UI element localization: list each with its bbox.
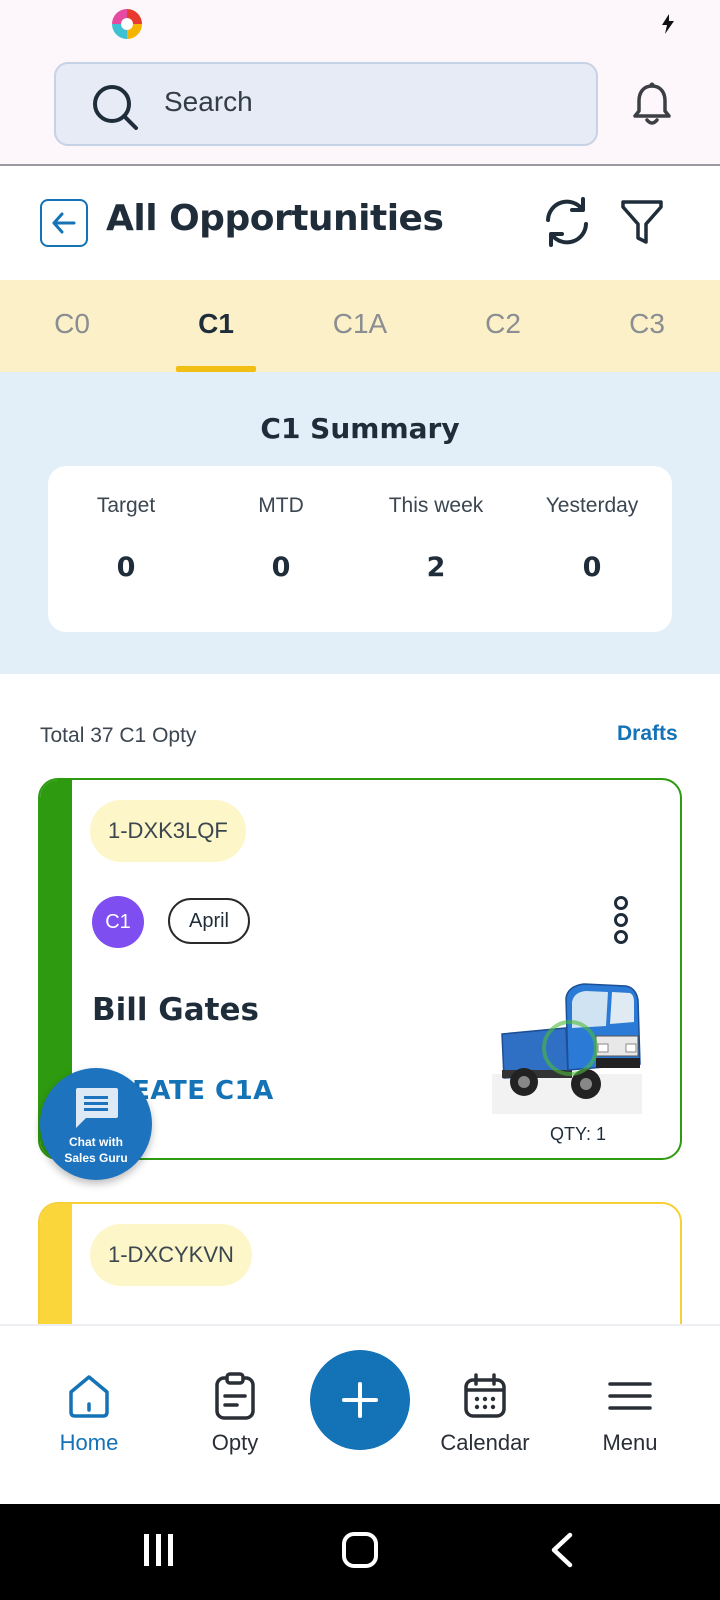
bottom-navigation: Home Opty Calendar Menu xyxy=(0,1324,720,1504)
nav-label: Menu xyxy=(602,1430,658,1455)
charging-bolt-icon xyxy=(662,14,674,34)
tab-c1a[interactable]: C1A xyxy=(310,308,410,340)
hamburger-menu-icon xyxy=(608,1382,652,1410)
filter-icon[interactable] xyxy=(620,198,664,246)
more-options-icon[interactable] xyxy=(614,896,630,944)
search-icon xyxy=(93,85,138,130)
stage-avatar: C1 xyxy=(92,896,144,948)
system-home-icon[interactable] xyxy=(342,1532,378,1568)
back-button[interactable] xyxy=(40,199,88,247)
total-opty-count: Total 37 C1 Opty xyxy=(40,724,197,747)
stat-label: MTD xyxy=(258,494,304,517)
status-bar xyxy=(0,0,720,50)
stat-target: Target 0 xyxy=(48,494,204,583)
plus-icon xyxy=(342,1382,378,1418)
stat-value: 0 xyxy=(582,552,602,583)
top-bar: Search xyxy=(0,50,720,166)
chat-bubble-icon xyxy=(76,1088,118,1128)
nav-label: Opty xyxy=(211,1430,259,1455)
arrow-left-icon xyxy=(52,212,76,234)
opportunity-card[interactable]: 1-DXCYKVN xyxy=(38,1202,682,1342)
opty-id-chip: 1-DXK3LQF xyxy=(90,800,246,862)
stat-this-week: This week 2 xyxy=(358,494,514,583)
refresh-icon[interactable] xyxy=(542,196,592,248)
stat-label: Yesterday xyxy=(545,494,639,517)
page-header: All Opportunities xyxy=(0,166,720,280)
nav-label: Calendar xyxy=(440,1430,530,1455)
summary-section: C1 Summary Target 0 MTD 0 This week 2 Ye… xyxy=(0,372,720,674)
recent-apps-icon[interactable] xyxy=(142,1532,176,1568)
search-placeholder: Search xyxy=(164,86,253,117)
chat-label-line1: Chat with xyxy=(69,1135,123,1149)
system-back-icon[interactable] xyxy=(548,1532,574,1568)
chat-label-line2: Sales Guru xyxy=(64,1151,128,1165)
calendar-icon xyxy=(464,1373,506,1418)
tab-c2[interactable]: C2 xyxy=(453,308,553,340)
page-title: All Opportunities xyxy=(106,198,444,239)
chat-label: Chat with Sales Guru xyxy=(40,1134,152,1166)
drafts-link[interactable]: Drafts xyxy=(617,722,678,746)
chat-sales-guru-button[interactable]: Chat with Sales Guru xyxy=(40,1068,152,1180)
stat-value: 0 xyxy=(116,552,136,583)
home-icon xyxy=(69,1375,109,1418)
nav-opty[interactable]: Opty xyxy=(170,1372,300,1456)
stat-yesterday: Yesterday 0 xyxy=(514,494,670,583)
tab-c1[interactable]: C1 xyxy=(166,308,266,340)
nav-label: Home xyxy=(59,1430,119,1455)
pickup-truck-image xyxy=(492,983,642,1114)
add-button[interactable] xyxy=(310,1350,410,1450)
quantity-label: QTY: 1 xyxy=(550,1124,607,1144)
stat-mtd: MTD 0 xyxy=(203,494,359,583)
search-bar[interactable]: Search xyxy=(54,62,598,146)
tab-c0[interactable]: C0 xyxy=(22,308,122,340)
status-strip xyxy=(40,1204,72,1342)
notification-bell-icon[interactable] xyxy=(632,82,672,126)
stat-value: 2 xyxy=(426,552,446,583)
stat-label: Target xyxy=(96,494,156,517)
clipboard-icon xyxy=(215,1372,255,1420)
summary-card: Target 0 MTD 0 This week 2 Yesterday 0 xyxy=(48,466,672,632)
nav-menu[interactable]: Menu xyxy=(565,1372,695,1456)
summary-title: C1 Summary xyxy=(260,412,460,445)
nav-calendar[interactable]: Calendar xyxy=(420,1372,550,1456)
system-navigation-bar xyxy=(0,1504,720,1600)
stat-label: This week xyxy=(388,494,484,517)
nav-home[interactable]: Home xyxy=(24,1372,154,1456)
stage-tabs: C0 C1 C1A C2 C3 xyxy=(0,280,720,372)
customer-name: Bill Gates xyxy=(92,992,259,1028)
app-logo-icon xyxy=(112,9,142,39)
stat-value: 0 xyxy=(271,552,291,583)
month-badge: April xyxy=(168,898,250,944)
opty-id-chip: 1-DXCYKVN xyxy=(90,1224,252,1286)
tab-c3[interactable]: C3 xyxy=(597,308,697,340)
